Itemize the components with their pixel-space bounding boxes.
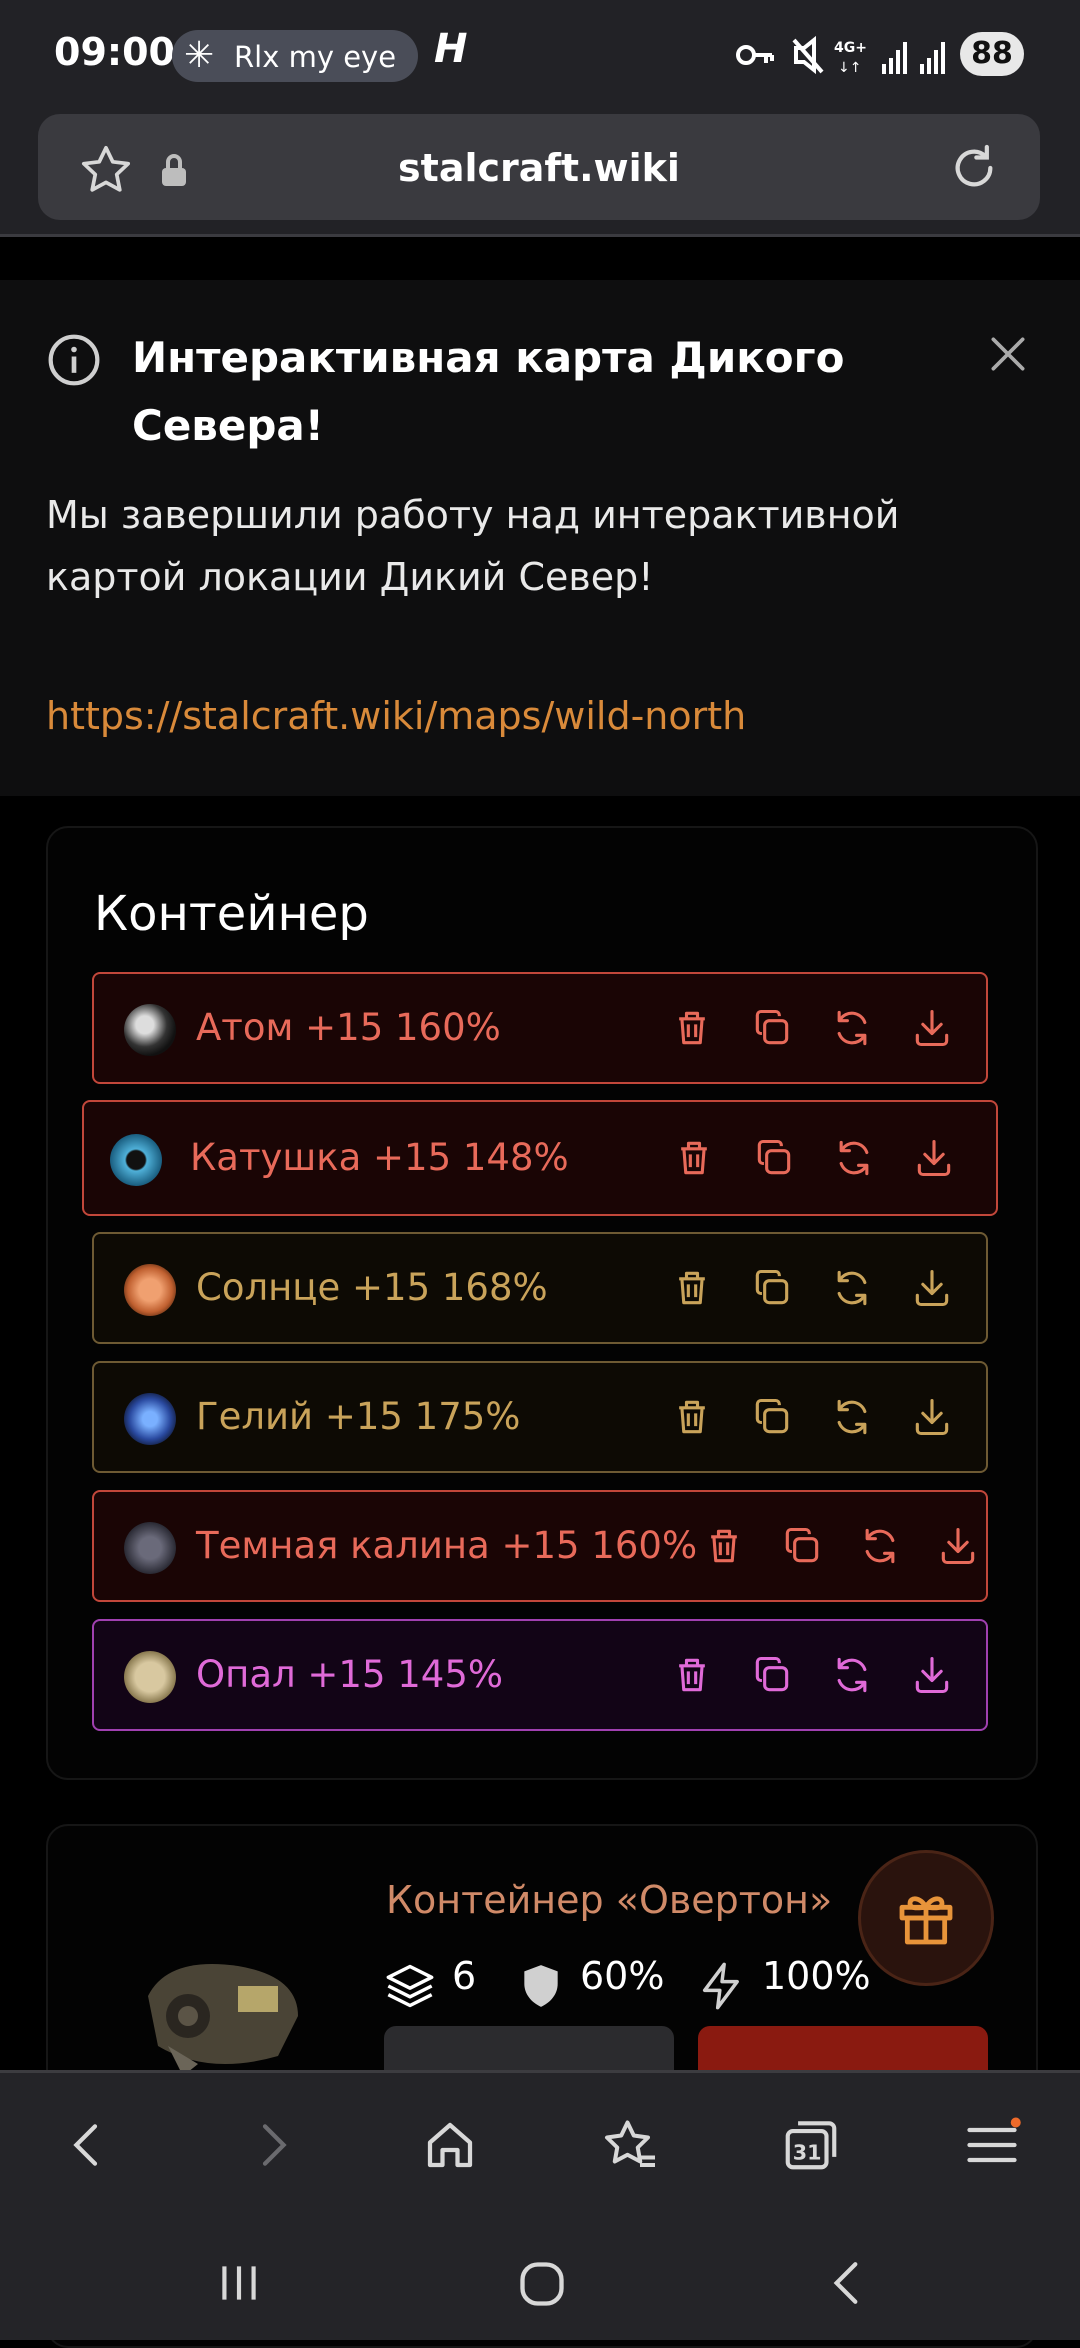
notice-body: Мы завершили работу над интерактивной ка… bbox=[46, 493, 900, 599]
mute-icon bbox=[792, 35, 824, 75]
home-button-icon[interactable] bbox=[516, 2258, 568, 2310]
copy-icon[interactable] bbox=[750, 1006, 794, 1050]
download-icon[interactable] bbox=[910, 1395, 954, 1439]
refresh-icon[interactable] bbox=[830, 1266, 874, 1310]
reload-icon[interactable] bbox=[946, 140, 1002, 196]
container-item-sun[interactable]: Солнце +15 168% bbox=[92, 1232, 988, 1344]
status-bar: 09:00 ✳ Rlx my eye H 4G+ ↓↑ 88 bbox=[0, 0, 1080, 112]
refresh-icon[interactable] bbox=[830, 1395, 874, 1439]
delete-icon[interactable] bbox=[672, 1136, 716, 1180]
key-icon bbox=[736, 45, 756, 65]
item-label: Опал +15 145% bbox=[196, 1653, 504, 1696]
slots-value: 6 bbox=[452, 1954, 477, 1998]
info-icon bbox=[48, 334, 100, 386]
refresh-icon[interactable] bbox=[858, 1524, 902, 1568]
helium-artifact-icon bbox=[124, 1393, 176, 1445]
svg-text:4G+: 4G+ bbox=[834, 40, 867, 56]
protection-value: 60% bbox=[580, 1954, 665, 1998]
menu-icon[interactable] bbox=[962, 2115, 1022, 2175]
home-icon[interactable] bbox=[420, 2115, 480, 2175]
copy-icon[interactable] bbox=[780, 1524, 824, 1568]
item-label: Атом +15 160% bbox=[196, 1006, 501, 1049]
app-logo-icon: H bbox=[434, 26, 468, 72]
delete-icon[interactable] bbox=[670, 1006, 714, 1050]
gift-button[interactable] bbox=[858, 1850, 994, 1986]
item-label: Катушка +15 148% bbox=[190, 1136, 569, 1179]
battery-indicator: 88 bbox=[960, 32, 1024, 76]
system-navigation-bar bbox=[0, 2218, 1080, 2340]
sun-artifact-icon bbox=[124, 1264, 176, 1316]
delete-icon[interactable] bbox=[702, 1524, 746, 1568]
sparkle-icon: ✳ bbox=[184, 35, 215, 76]
overton-title[interactable]: Контейнер «Овертон» bbox=[386, 1878, 832, 1922]
system-back-icon[interactable] bbox=[822, 2258, 872, 2308]
card-title: Контейнер bbox=[94, 886, 369, 942]
announcement-banner: Интерактивная карта Дикого Севера! Мы за… bbox=[0, 280, 1080, 796]
copy-icon[interactable] bbox=[750, 1653, 794, 1697]
browser-toolbar: stalcraft.wiki bbox=[0, 112, 1080, 237]
system-status-icons: 4G+ ↓↑ bbox=[736, 35, 945, 76]
item-label: Солнце +15 168% bbox=[196, 1266, 548, 1309]
delete-icon[interactable] bbox=[670, 1266, 714, 1310]
tabs-icon[interactable]: 31 bbox=[780, 2113, 842, 2175]
status-time: 09:00 bbox=[54, 30, 175, 74]
back-icon[interactable] bbox=[60, 2117, 116, 2173]
notification-pill[interactable]: ✳ Rlx my eye bbox=[172, 30, 418, 82]
refresh-icon[interactable] bbox=[830, 1653, 874, 1697]
delete-icon[interactable] bbox=[670, 1395, 714, 1439]
bookmarks-icon[interactable] bbox=[600, 2115, 660, 2175]
container-item-coil[interactable]: Катушка +15 148% bbox=[82, 1100, 998, 1216]
item-label: Темная калина +15 160% bbox=[196, 1524, 698, 1567]
copy-icon[interactable] bbox=[750, 1395, 794, 1439]
notice-link[interactable]: https://stalcraft.wiki/maps/wild-north bbox=[46, 694, 746, 738]
svg-text:↓↑: ↓↑ bbox=[838, 60, 861, 76]
forward-icon[interactable] bbox=[244, 2117, 300, 2173]
download-icon[interactable] bbox=[910, 1266, 954, 1310]
shield-icon bbox=[524, 1965, 558, 2007]
download-icon[interactable] bbox=[936, 1524, 980, 1568]
container-image bbox=[148, 1964, 298, 2076]
close-icon[interactable] bbox=[986, 332, 1030, 376]
copy-icon[interactable] bbox=[752, 1136, 796, 1180]
copy-icon[interactable] bbox=[750, 1266, 794, 1310]
browser-bottom-bar: 31 bbox=[0, 2070, 1080, 2221]
delete-icon[interactable] bbox=[670, 1653, 714, 1697]
container-item-dark-viburnum[interactable]: Темная калина +15 160% bbox=[92, 1490, 988, 1602]
opal-artifact-icon bbox=[124, 1651, 176, 1703]
notification-text: Rlx my eye bbox=[234, 40, 397, 74]
dark-viburnum-artifact-icon bbox=[124, 1522, 176, 1574]
gift-icon bbox=[899, 1896, 953, 1945]
download-icon[interactable] bbox=[910, 1006, 954, 1050]
recent-apps-icon[interactable] bbox=[214, 2258, 264, 2308]
download-icon[interactable] bbox=[910, 1653, 954, 1697]
lightning-icon bbox=[702, 1962, 739, 2010]
signal-icon bbox=[882, 42, 945, 74]
atom-artifact-icon bbox=[124, 1004, 176, 1056]
coil-artifact-icon bbox=[110, 1134, 162, 1186]
refresh-icon[interactable] bbox=[832, 1136, 876, 1180]
item-label: Гелий +15 175% bbox=[196, 1395, 521, 1438]
svg-text:31: 31 bbox=[793, 2141, 822, 2165]
container-item-helium[interactable]: Гелий +15 175% bbox=[92, 1361, 988, 1473]
download-icon[interactable] bbox=[912, 1136, 956, 1180]
container-item-opal[interactable]: Опал +15 145% bbox=[92, 1619, 988, 1731]
address-bar[interactable]: stalcraft.wiki bbox=[38, 114, 1040, 220]
efficiency-value: 100% bbox=[762, 1954, 871, 1998]
notice-title: Интерактивная карта Дикого Севера! bbox=[132, 333, 845, 450]
refresh-icon[interactable] bbox=[830, 1006, 874, 1050]
container-item-atom[interactable]: Атом +15 160% bbox=[92, 972, 988, 1084]
url-text: stalcraft.wiki bbox=[398, 146, 680, 190]
layers-icon bbox=[386, 1964, 434, 2008]
